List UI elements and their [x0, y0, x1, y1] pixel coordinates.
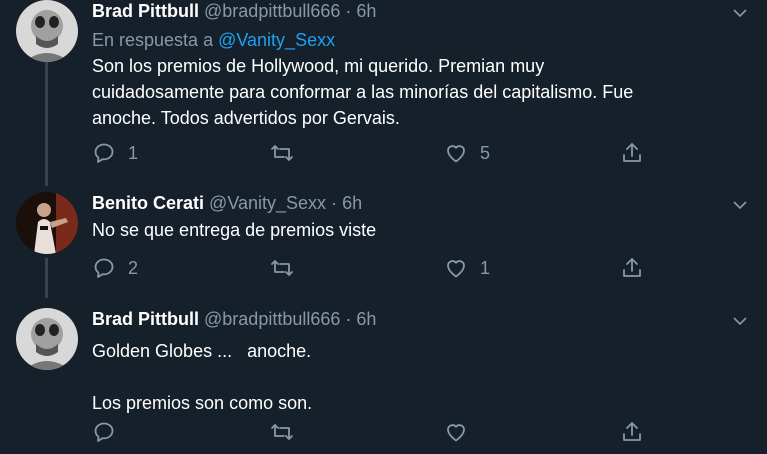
retweet-button[interactable]	[270, 420, 306, 444]
user-handle[interactable]: @bradpittbull666	[204, 309, 340, 329]
avatar-image	[16, 0, 78, 62]
reply-icon	[94, 422, 114, 442]
user-handle[interactable]: @Vanity_Sexx	[209, 193, 326, 213]
display-name[interactable]: Brad Pittbull	[92, 309, 199, 329]
avatar-image	[16, 192, 78, 254]
share-icon	[623, 258, 641, 277]
separator-dot: ·	[345, 1, 352, 21]
reply-context: En respuesta a @Vanity_Sexx	[92, 30, 335, 51]
avatar-image	[16, 308, 78, 370]
avatar[interactable]	[16, 308, 78, 370]
timestamp[interactable]: 6h	[356, 309, 376, 329]
share-button[interactable]	[620, 420, 644, 444]
like-icon	[447, 260, 465, 278]
retweet-button[interactable]	[270, 256, 306, 280]
tweet-actions: 2 1	[92, 256, 652, 282]
tweet-actions	[92, 420, 652, 446]
like-icon	[447, 424, 465, 442]
reply-count: 1	[128, 142, 139, 163]
reply-prefix: En respuesta a	[92, 30, 214, 50]
reply-mention-link[interactable]: @Vanity_Sexx	[218, 30, 335, 50]
share-button[interactable]	[620, 141, 644, 165]
reply-button[interactable]: 2	[92, 256, 138, 280]
reply-count: 2	[128, 257, 139, 278]
reply-button[interactable]	[92, 420, 128, 444]
avatar[interactable]	[16, 192, 78, 254]
tweet-header: Brad Pittbull @bradpittbull666 · 6h	[92, 309, 376, 330]
retweet-icon	[271, 145, 293, 161]
share-icon	[623, 143, 641, 162]
tweet[interactable]: Brad Pittbull @bradpittbull666 · 6h Gold…	[0, 308, 767, 454]
display-name[interactable]: Benito Cerati	[92, 193, 204, 213]
tweet-header: Benito Cerati @Vanity_Sexx · 6h	[92, 193, 362, 214]
like-button[interactable]	[444, 420, 480, 444]
chevron-down-icon[interactable]	[731, 196, 749, 214]
like-button[interactable]: 1	[444, 256, 490, 280]
display-name[interactable]: Brad Pittbull	[92, 1, 199, 21]
like-count: 5	[480, 142, 491, 163]
share-icon	[623, 422, 641, 441]
reply-icon	[94, 258, 114, 278]
like-button[interactable]: 5	[444, 141, 490, 165]
retweet-button[interactable]	[270, 141, 306, 165]
share-button[interactable]	[620, 256, 644, 280]
avatar[interactable]	[16, 0, 78, 62]
tweet-actions: 1 5	[92, 141, 652, 167]
retweet-icon	[271, 424, 293, 440]
reply-button[interactable]: 1	[92, 141, 138, 165]
tweet[interactable]: Benito Cerati @Vanity_Sexx · 6h No se qu…	[0, 192, 767, 292]
like-count: 1	[480, 257, 491, 278]
tweet-text: No se que entrega de premios viste	[92, 220, 377, 240]
tweet[interactable]: Brad Pittbull @bradpittbull666 · 6h En r…	[0, 0, 767, 186]
retweet-icon	[271, 260, 293, 276]
tweet-text: Golden Globes ... anoche. Los premios so…	[92, 341, 313, 413]
chevron-down-icon[interactable]	[731, 312, 749, 330]
tweet-text: Son los premios de Hollywood, mi querido…	[92, 56, 634, 128]
user-handle[interactable]: @bradpittbull666	[204, 1, 340, 21]
separator-dot: ·	[331, 193, 338, 213]
reply-icon	[94, 143, 114, 163]
chevron-down-icon[interactable]	[731, 4, 749, 22]
tweet-header: Brad Pittbull @bradpittbull666 · 6h	[92, 1, 376, 22]
timestamp[interactable]: 6h	[342, 193, 362, 213]
timestamp[interactable]: 6h	[356, 1, 376, 21]
like-icon	[447, 145, 465, 163]
separator-dot: ·	[345, 309, 352, 329]
